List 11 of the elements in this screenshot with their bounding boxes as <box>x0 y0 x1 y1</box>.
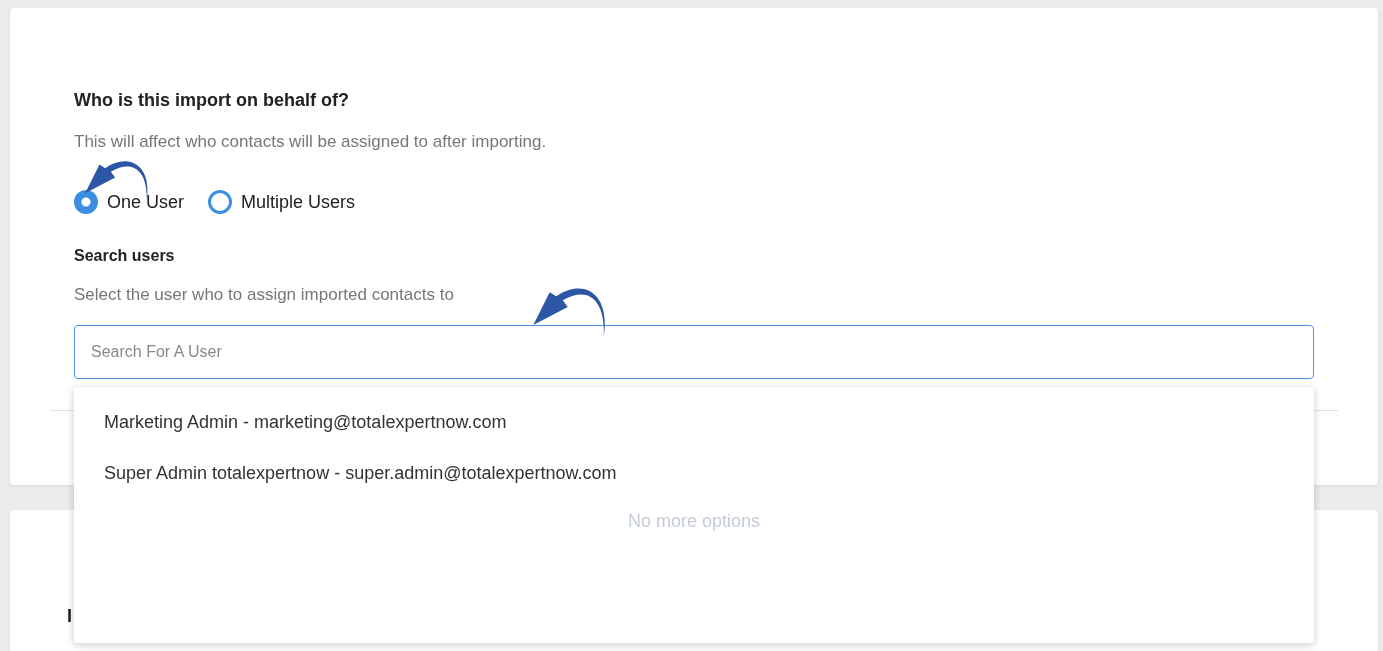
dropdown-option[interactable]: Marketing Admin - marketing@totalexpertnow.com <box>74 409 537 435</box>
section-description: This will affect who contacts will be assigned to after importing. <box>74 132 548 152</box>
section-title: I <box>67 606 72 627</box>
radio-option[interactable]: One User <box>74 190 185 214</box>
empty-note: No more options <box>627 511 761 532</box>
section-title: Who is this import on behalf of? <box>74 90 350 111</box>
search-field[interactable]: Search For A User <box>74 325 1314 379</box>
dropdown-option[interactable]: Super Admin totalexpertnow - super.admin@totalexpertnow.com <box>74 460 647 486</box>
search-description: Select the user who to assign imported contacts to <box>74 285 455 305</box>
radio-option[interactable]: Multiple Users <box>208 190 356 214</box>
search-label: Search users <box>74 247 176 265</box>
